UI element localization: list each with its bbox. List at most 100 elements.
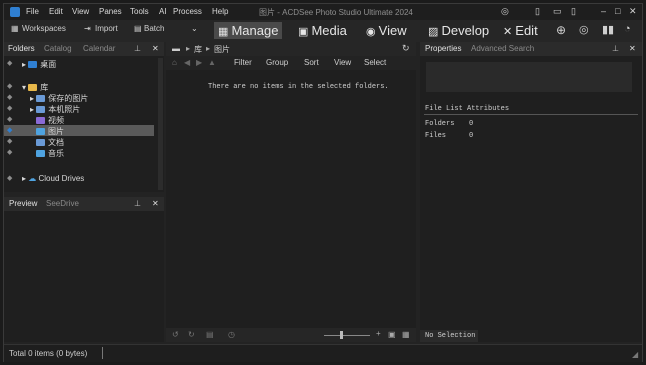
dashboard-icon[interactable]: ⊕ [556, 23, 566, 37]
folder-icon [36, 106, 46, 113]
menu-file[interactable]: File [26, 7, 39, 16]
folder-icon [36, 95, 46, 102]
menu-tools[interactable]: Tools [130, 7, 149, 16]
folders-panel-header: Folders Catalog Calendar ⊥ ✕ [4, 42, 164, 56]
pin-icon[interactable]: ◆ [7, 82, 12, 90]
close-panel-icon[interactable]: ✕ [629, 44, 636, 53]
tab-preview[interactable]: Preview [9, 199, 37, 208]
pin-icon[interactable]: ◆ [7, 104, 12, 112]
image-icon[interactable]: ▣ [388, 330, 396, 339]
stats-icon[interactable]: ▮▮ [602, 23, 614, 36]
pin-icon[interactable]: ◆ [7, 59, 12, 67]
maximize-icon[interactable]: □ [615, 6, 620, 16]
develop-icon: ▨ [428, 26, 442, 38]
close-panel-icon[interactable]: ✕ [152, 44, 159, 53]
rotate-right-icon[interactable]: ↻ [188, 330, 195, 339]
attr-folders-value: 0 [469, 120, 474, 128]
window-title: 图片 - ACDSee Photo Studio Ultimate 2024 [259, 8, 413, 17]
breadcrumb-library[interactable]: 库 [194, 44, 202, 55]
zoom-in-icon[interactable]: + [376, 329, 381, 338]
mode-manage[interactable]: ▦ Manage [214, 22, 283, 39]
compare-icon[interactable]: ▤ [206, 330, 214, 339]
pin-icon[interactable]: ◆ [7, 115, 12, 123]
filter-menu[interactable]: Filter [234, 58, 252, 67]
tab-properties[interactable]: Properties [425, 44, 461, 53]
computer-icon[interactable]: ▬ [172, 44, 180, 53]
tree-scrollbar[interactable] [158, 58, 163, 190]
acdsee-logo-icon[interactable] [10, 7, 20, 17]
pin-icon[interactable]: ◆ [7, 137, 12, 145]
bottom-toolbar: ↺ ↻ ▤ ◷ + ▣ ▦ [166, 328, 416, 342]
menu-view[interactable]: View [72, 7, 89, 16]
layout-panel-icon[interactable]: ▯ [571, 6, 576, 17]
pin-icon[interactable]: ⊥ [612, 44, 619, 53]
tree-item-music[interactable]: 音乐 [36, 148, 64, 159]
layout-split-icon[interactable]: ▭ [553, 6, 562, 17]
tree-item-documents[interactable]: 文档 [36, 137, 64, 148]
tab-catalog[interactable]: Catalog [44, 44, 72, 53]
section-title: File List Attributes [425, 105, 510, 113]
up-icon[interactable]: ▲ [208, 58, 216, 67]
folder-icon [28, 61, 38, 68]
batch-button[interactable]: Batch [144, 24, 164, 33]
workspaces-button[interactable]: Workspaces [22, 24, 66, 33]
forward-icon[interactable]: ▶ [196, 58, 202, 67]
view-menu[interactable]: View [334, 58, 351, 67]
chevron-down-icon[interactable]: ⌄ [191, 24, 198, 33]
empty-message: There are no items in the selected folde… [208, 83, 389, 91]
tree-item-library[interactable]: ▾ 库 [22, 82, 48, 93]
attr-folders-label: Folders [425, 120, 455, 128]
pin-icon[interactable]: ◆ [7, 174, 12, 182]
sort-menu[interactable]: Sort [304, 58, 319, 67]
group-menu[interactable]: Group [266, 58, 288, 67]
tab-calendar[interactable]: Calendar [83, 44, 115, 53]
rotate-left-icon[interactable]: ↺ [172, 330, 179, 339]
luminosity-icon[interactable]: ◔ [624, 23, 631, 35]
mode-view[interactable]: ◉ View [362, 22, 411, 39]
menu-ai[interactable]: AI [159, 7, 167, 16]
main-toolbar: ▦ Workspaces ⇥ Import ▤ Batch ⌄ ▦ Manage… [4, 20, 642, 42]
home-icon[interactable]: ⌂ [172, 58, 177, 67]
batch-icon: ▤ [134, 24, 142, 33]
minimize-icon[interactable]: – [601, 6, 606, 16]
timer-icon[interactable]: ◷ [228, 330, 235, 339]
tree-item-saved-pictures[interactable]: ▸ 保存的图片 [30, 93, 88, 104]
account-icon[interactable]: ◎ [501, 6, 509, 17]
tab-advanced-search[interactable]: Advanced Search [471, 44, 534, 53]
tree-item-cloud-drives[interactable]: ▸ ☁ Cloud Drives [22, 174, 84, 183]
close-panel-icon[interactable]: ✕ [152, 199, 159, 208]
pin-icon[interactable]: ◆ [7, 148, 12, 156]
pin-icon[interactable]: ⊥ [134, 44, 141, 53]
365-icon[interactable]: ◎ [579, 23, 589, 36]
status-divider [102, 347, 103, 359]
cloud-icon: ☁ [28, 174, 39, 183]
back-icon[interactable]: ◀ [184, 58, 190, 67]
tab-seedrive[interactable]: SeeDrive [46, 199, 79, 208]
tree-item-desktop[interactable]: ▸ 桌面 [22, 59, 56, 70]
menu-help[interactable]: Help [212, 7, 228, 16]
tree-item-camera-roll[interactable]: ▸ 本机照片 [30, 104, 80, 115]
mode-media[interactable]: ▣ Media [294, 22, 351, 39]
menu-process[interactable]: Process [173, 7, 202, 16]
layout-icon[interactable]: ▯ [535, 6, 540, 17]
resize-grip-icon[interactable]: ◢ [632, 350, 638, 359]
menu-edit[interactable]: Edit [49, 7, 63, 16]
close-icon[interactable]: ✕ [629, 6, 637, 17]
tree-item-pictures[interactable]: 图片 [36, 126, 64, 137]
breadcrumb-pictures[interactable]: 图片 [214, 44, 230, 55]
pin-icon[interactable]: ⊥ [134, 199, 141, 208]
grid-view-icon[interactable]: ▦ [402, 330, 410, 339]
pin-icon[interactable]: ◆ [7, 126, 12, 134]
menu-panes[interactable]: Panes [99, 7, 122, 16]
import-button[interactable]: Import [95, 24, 118, 33]
tools-icon: ✕ [503, 26, 516, 38]
zoom-slider[interactable] [324, 335, 370, 336]
mode-edit[interactable]: ✕ Edit [499, 22, 542, 39]
zoom-slider-handle[interactable] [340, 331, 343, 339]
refresh-icon[interactable]: ↻ [402, 43, 410, 54]
tab-folders[interactable]: Folders [8, 44, 35, 53]
mode-develop[interactable]: ▨ Develop [424, 22, 493, 39]
pin-icon[interactable]: ◆ [7, 93, 12, 101]
breadcrumb-separator: ▸ [206, 44, 211, 53]
select-menu[interactable]: Select [364, 58, 386, 67]
